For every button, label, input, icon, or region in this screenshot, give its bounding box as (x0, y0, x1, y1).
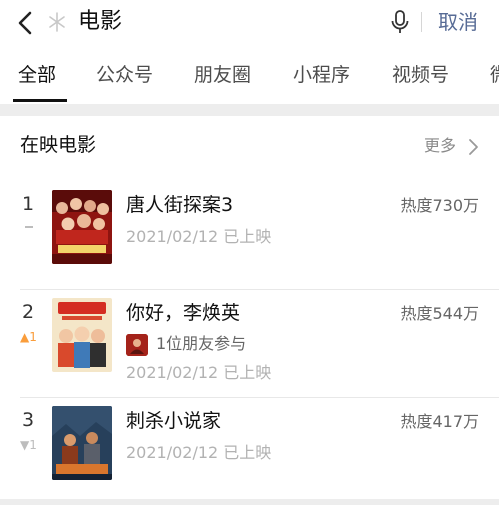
release-date: 2021/02/12 已上映 (126, 363, 272, 382)
movie-row[interactable]: 3 ▼1 刺杀小说家 热度417万 2021/02/12 已上映 (0, 398, 499, 505)
friend-participation-text: 1位朋友参与 (156, 334, 247, 353)
search-category-tabs: 全部 公众号 朋友圈 小程序 视频号 微 (0, 48, 499, 104)
heat-value: 热度730万 (400, 196, 479, 215)
movie-row[interactable]: 1 唐人街探案3 热度730万 2021/02/12 已上映 (0, 182, 499, 290)
heat-value: 热度544万 (400, 304, 479, 323)
cancel-button[interactable]: 取消 (438, 8, 478, 36)
back-arrow-icon[interactable] (12, 8, 40, 38)
rank-number: 3 (22, 409, 35, 431)
rank-down-indicator: ▼1 (20, 438, 37, 452)
rank-number: 2 (22, 301, 35, 323)
heat-value: 热度417万 (400, 412, 479, 431)
rank-up-indicator: ▲1 (20, 330, 37, 344)
sparkle-icon (49, 12, 65, 32)
tab-mini-programs[interactable]: 小程序 (293, 62, 350, 88)
movie-poster[interactable] (52, 298, 112, 372)
now-showing-card: 在映电影 更多 1 唐人街探案3 热度730万 2021/02/12 已上映 2… (0, 116, 499, 499)
tab-moments[interactable]: 朋友圈 (194, 62, 251, 88)
movie-poster[interactable] (52, 406, 112, 480)
section-title: 在映电影 (20, 134, 97, 156)
rank-number: 1 (22, 193, 35, 215)
movie-title[interactable]: 唐人街探案3 (126, 192, 233, 218)
more-link[interactable]: 更多 (424, 134, 456, 158)
release-date: 2021/02/12 已上映 (126, 443, 272, 462)
chevron-right-icon[interactable] (466, 137, 480, 157)
tab-channels[interactable]: 视频号 (392, 62, 449, 88)
movie-title[interactable]: 刺杀小说家 (126, 408, 221, 434)
microphone-icon[interactable] (388, 8, 412, 36)
divider (421, 12, 422, 32)
tab-more-cut-off[interactable]: 微 (490, 62, 499, 88)
active-tab-indicator (13, 99, 67, 102)
tab-official-accounts[interactable]: 公众号 (96, 62, 153, 88)
search-input[interactable]: 电影 (78, 8, 122, 36)
rank-unchanged-marker (25, 226, 33, 228)
tab-all[interactable]: 全部 (18, 62, 56, 88)
movie-title[interactable]: 你好，李焕英 (126, 300, 240, 326)
release-date: 2021/02/12 已上映 (126, 227, 272, 246)
movie-row[interactable]: 2 ▲1 你好，李焕英 热度544万 1位朋友参与 2021/02/12 已上映 (0, 290, 499, 398)
movie-poster[interactable] (52, 190, 112, 264)
friend-avatar (126, 334, 148, 356)
search-bar: 电影 取消 (0, 0, 499, 48)
